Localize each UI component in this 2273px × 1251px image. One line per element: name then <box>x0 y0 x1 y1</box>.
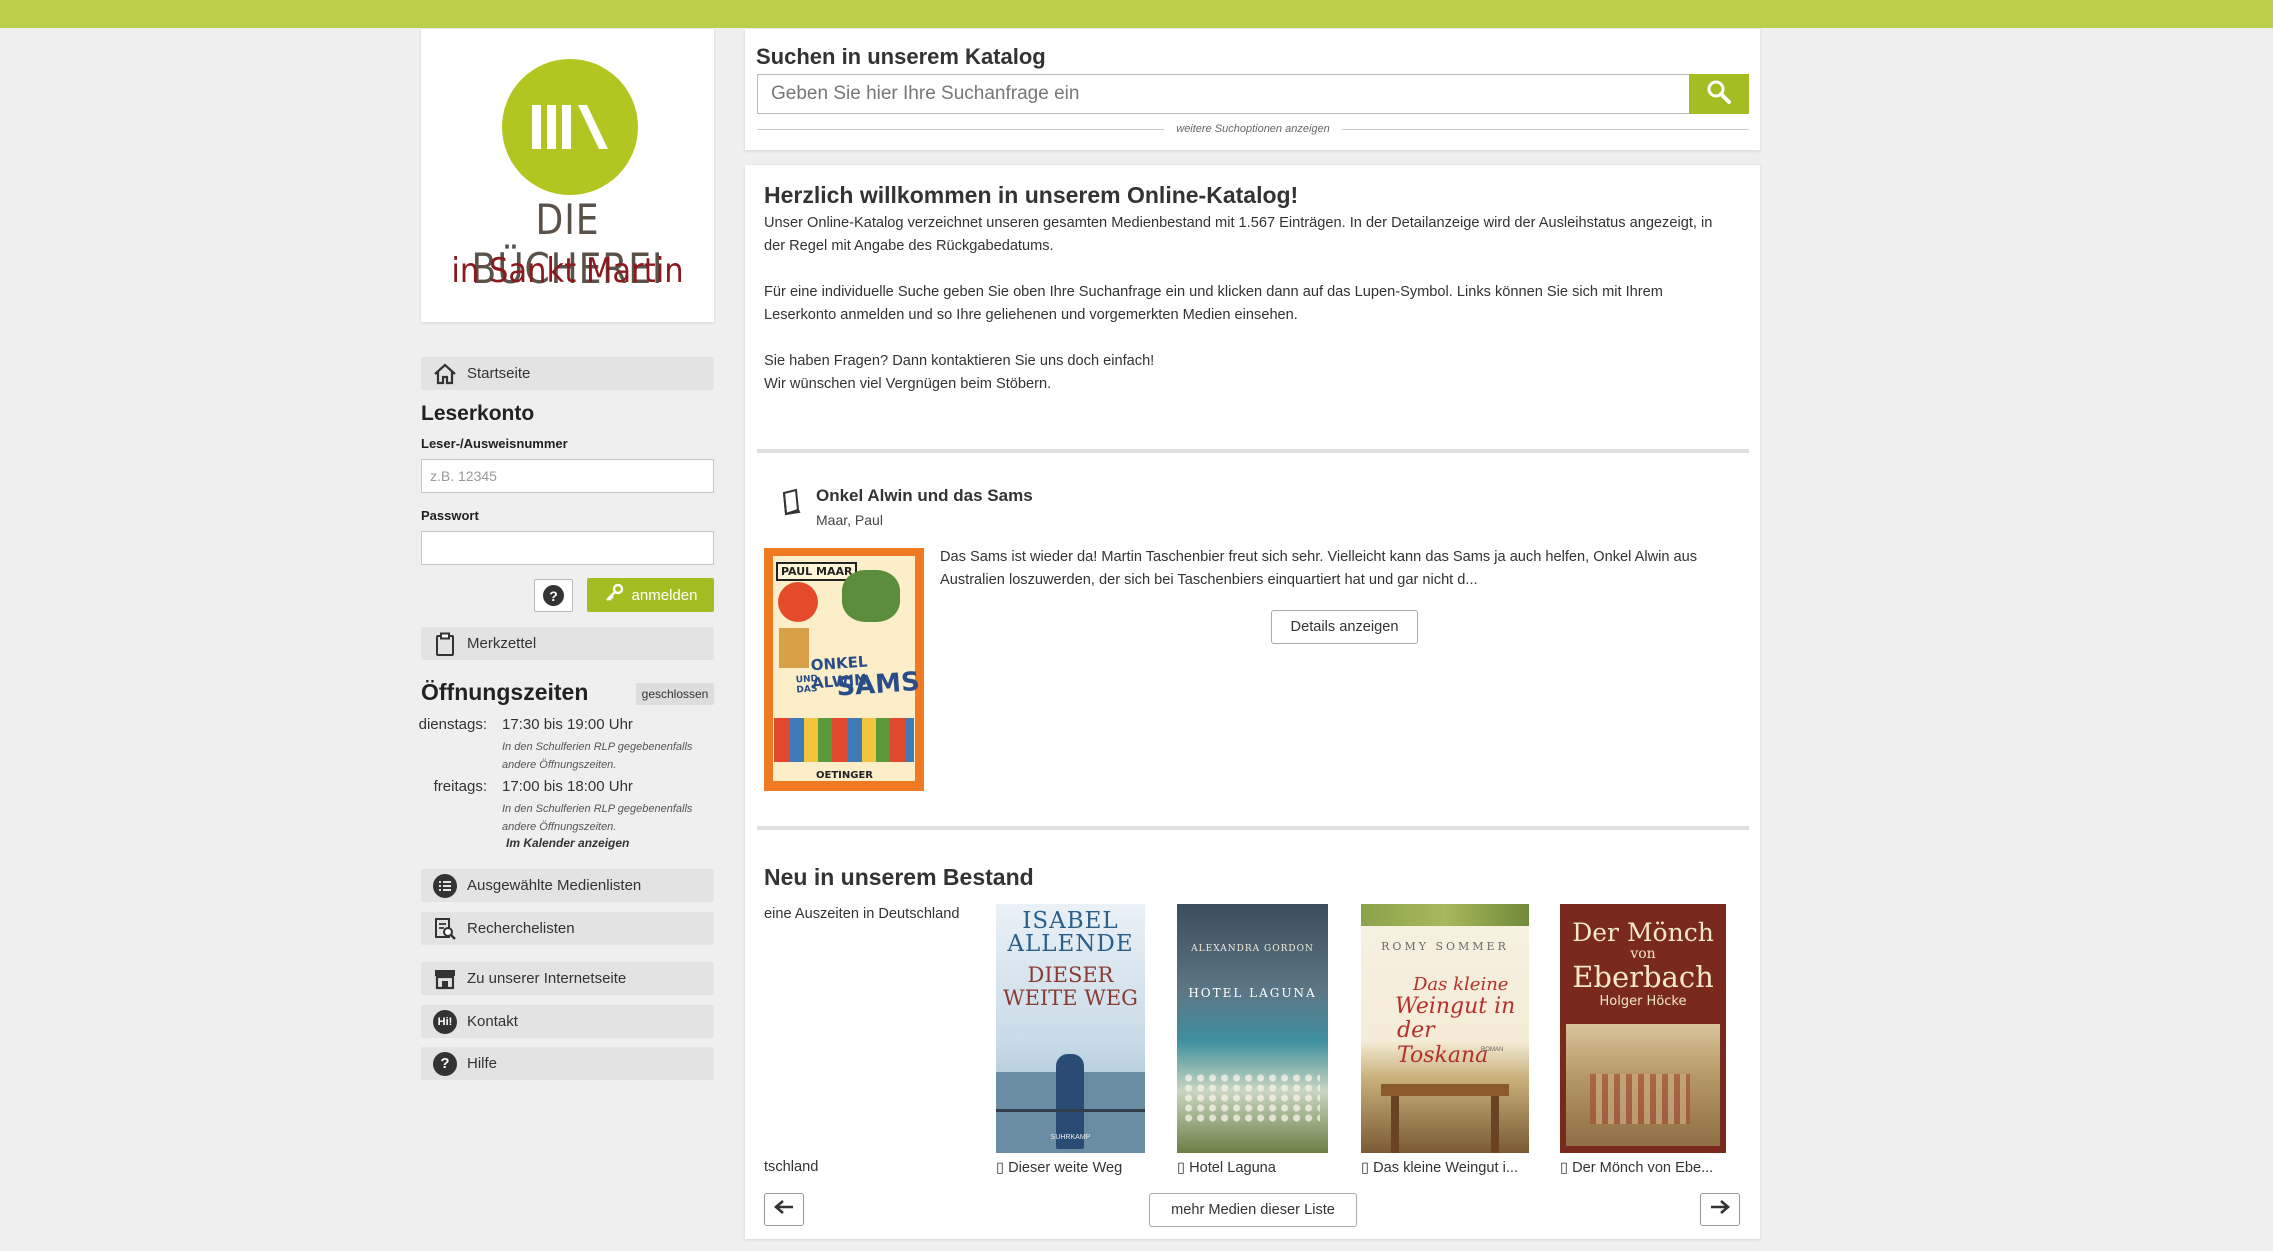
welcome-paragraph-2: Für eine individuelle Suche geben Sie ob… <box>764 284 1663 323</box>
hours-note: In den Schulferien RLP gegebenenfalls an… <box>502 741 693 771</box>
nav-home-label: Startseite <box>467 365 531 382</box>
nav-internetseite[interactable]: Zu unserer Internetseite <box>421 962 714 995</box>
house-icon <box>433 362 457 386</box>
help-icon: ? <box>433 1051 457 1076</box>
nav-hilfe[interactable]: ? Hilfe <box>421 1047 714 1080</box>
more-media-button[interactable]: mehr Medien dieser Liste <box>1149 1193 1357 1227</box>
carousel-next-button[interactable] <box>1700 1193 1740 1226</box>
new-items-heading: Neu in unserem Bestand <box>764 864 1034 890</box>
divider <box>757 449 1749 453</box>
top-accent-bar <box>0 0 2273 28</box>
featured-author: Maar, Paul <box>816 512 883 528</box>
hi-speech-icon: Hi! <box>433 1009 457 1034</box>
nav-recherchelisten[interactable]: Recherchelisten <box>421 912 714 945</box>
password-input[interactable] <box>421 531 714 565</box>
reader-id-label: Leser-/Ausweisnummer <box>421 436 568 451</box>
logo-text-line2: in Sankt Martin <box>451 251 684 291</box>
nav-kontakt-label: Kontakt <box>467 1013 518 1030</box>
clipboard-icon <box>433 632 457 656</box>
nav-merkzettel[interactable]: Merkzettel <box>421 627 714 660</box>
carousel-prev-button[interactable] <box>764 1193 804 1226</box>
hours-day: dienstags: <box>418 716 487 733</box>
new-item-caption[interactable]: ▯ Das kleine Weingut i... <box>1361 1159 1531 1176</box>
welcome-title: Herzlich willkommen in unserem Online-Ka… <box>764 182 1299 208</box>
key-icon <box>604 583 624 607</box>
more-search-options[interactable]: weitere Suchoptionen anzeigen <box>757 122 1750 136</box>
nav-home[interactable]: Startseite <box>421 357 714 390</box>
divider <box>757 826 1749 830</box>
list-icon <box>433 873 457 898</box>
logo-emblem <box>502 59 638 195</box>
nav-recherchelisten-label: Recherchelisten <box>467 920 575 937</box>
question-icon: ? <box>543 585 564 606</box>
password-label: Passwort <box>421 508 479 523</box>
calendar-link[interactable]: Im Kalender anzeigen <box>506 836 629 850</box>
nav-medienlisten-label: Ausgewählte Medienlisten <box>467 877 642 894</box>
details-button[interactable]: Details anzeigen <box>1271 610 1418 644</box>
search-button[interactable] <box>1689 74 1749 114</box>
library-logo[interactable]: DIE BÜCHEREI in Sankt Martin <box>421 29 714 322</box>
welcome-paragraph-3b: Wir wünschen viel Vergnügen beim Stöbern… <box>764 376 1052 392</box>
hours-note: In den Schulferien RLP gegebenenfalls an… <box>502 803 693 833</box>
nav-kontakt[interactable]: Hi! Kontakt <box>421 1005 714 1038</box>
arrow-right-icon <box>1709 1199 1731 1220</box>
nav-merkzettel-label: Merkzettel <box>467 635 537 652</box>
featured-cover[interactable]: PAUL MAAR ONKEL ALWIN UND DAS SAMS OETIN… <box>764 548 924 791</box>
more-search-options-label: weitere Suchoptionen anzeigen <box>1176 123 1330 135</box>
search-title: Suchen in unserem Katalog <box>756 44 1046 69</box>
featured-title[interactable]: Onkel Alwin und das Sams <box>816 486 1033 506</box>
nav-medienlisten[interactable]: Ausgewählte Medienlisten <box>421 869 714 902</box>
search-icon <box>1706 79 1732 110</box>
book-icon <box>780 488 802 521</box>
login-heading: Leserkonto <box>421 402 535 425</box>
search-input[interactable] <box>757 74 1689 114</box>
reader-id-input[interactable] <box>421 459 714 493</box>
new-item-cover[interactable]: ALEXANDRA GORDON HOTEL LAGUNA <box>1177 904 1328 1153</box>
partial-caption: tschland <box>764 1159 819 1175</box>
welcome-paragraph-3a: Sie haben Fragen? Dann kontaktieren Sie … <box>764 353 1155 369</box>
new-item-caption[interactable]: ▯ Dieser weite Weg <box>996 1159 1146 1176</box>
nav-hilfe-label: Hilfe <box>467 1055 498 1072</box>
hours-time: 17:00 bis 18:00 Uhr <box>502 778 633 795</box>
store-icon <box>433 967 457 991</box>
new-item-cover[interactable]: ISABEL ALLENDE DIESER WEITE WEG SUHRKAMP <box>996 904 1145 1153</box>
arrow-left-icon <box>773 1199 795 1220</box>
hours-time: 17:30 bis 19:00 Uhr <box>502 716 633 733</box>
new-item-cover[interactable]: ROMY SOMMER Das kleine Weingut in der To… <box>1361 904 1529 1153</box>
login-help-button[interactable]: ? <box>534 579 573 612</box>
opening-hours-heading: Öffnungszeiten <box>421 679 589 705</box>
new-item-caption[interactable]: ▯ Hotel Laguna <box>1177 1159 1327 1176</box>
welcome-paragraph-1: Unser Online-Katalog verzeichnet unseren… <box>764 215 1713 254</box>
hours-day: freitags: <box>433 778 487 795</box>
login-button-label: anmelden <box>631 586 698 604</box>
new-item-caption[interactable]: ▯ Der Mönch von Ebe... <box>1560 1159 1730 1176</box>
status-badge: geschlossen <box>636 683 714 705</box>
nav-internetseite-label: Zu unserer Internetseite <box>467 970 627 987</box>
login-button[interactable]: anmelden <box>587 578 714 612</box>
partial-list-title: eine Auszeiten in Deutschland <box>764 906 960 922</box>
featured-description: Das Sams ist wieder da! Martin Taschenbi… <box>940 549 1698 588</box>
search-list-icon <box>433 917 457 941</box>
new-item-cover[interactable]: Der Mönch von Eberbach Holger Höcke <box>1560 904 1726 1153</box>
